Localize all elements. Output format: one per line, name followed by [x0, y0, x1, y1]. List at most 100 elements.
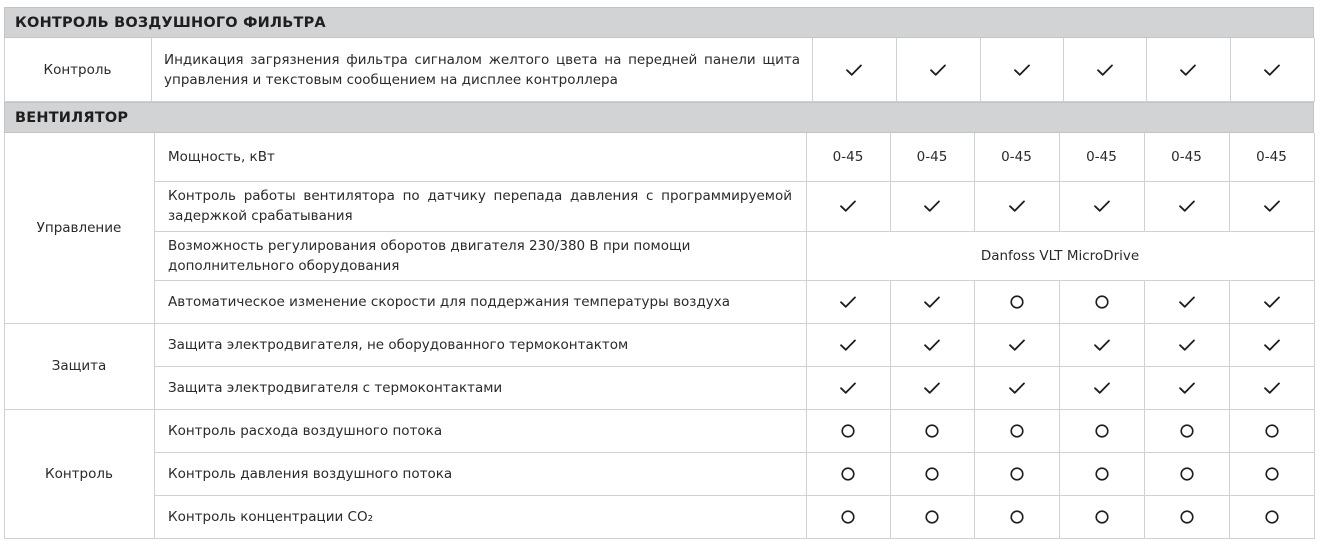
section-header-air-filter: КОНТРОЛЬ ВОЗДУШНОГО ФИЛЬТРА — [4, 7, 1314, 38]
check-icon — [1178, 296, 1195, 308]
check-icon — [1178, 339, 1195, 351]
row-desc-text: Автоматическое изменение скорости для по… — [168, 293, 731, 310]
row-desc-co2: Контроль концентрации CO₂ — [168, 495, 800, 538]
check-icon — [846, 64, 862, 76]
check-icon — [1059, 323, 1144, 366]
circle-icon — [974, 452, 1059, 495]
check-icon — [840, 296, 856, 308]
group-label-protection: Защита — [51, 358, 107, 374]
circle-icon — [1144, 409, 1229, 452]
check-icon — [980, 38, 1063, 102]
merged-value-danfoss: Danfoss VLT MicroDrive — [980, 247, 1140, 264]
circle-icon — [1179, 423, 1194, 438]
check-icon — [974, 366, 1059, 409]
check-icon — [1229, 323, 1314, 366]
check-icon — [1178, 200, 1195, 212]
check-icon — [890, 366, 974, 409]
group-label-filter-control: Контроль — [43, 62, 112, 78]
check-icon — [1264, 64, 1280, 76]
check-icon — [1180, 64, 1196, 76]
circle-icon — [1009, 466, 1024, 481]
check-icon — [974, 323, 1059, 366]
check-icon — [806, 366, 890, 409]
circle-icon — [1264, 423, 1279, 438]
row-desc-text: Контроль давления воздушного потока — [168, 465, 453, 482]
check-icon — [890, 323, 974, 366]
row-desc-air-pressure: Контроль давления воздушного потока — [168, 452, 800, 495]
circle-icon — [1179, 466, 1194, 481]
check-icon — [1059, 366, 1144, 409]
circle-icon — [1094, 294, 1109, 309]
circle-icon — [1094, 509, 1109, 524]
row-desc-filter-indication: Индикация загрязнения фильтра сигналом ж… — [164, 38, 808, 102]
group-label-management: Управление — [36, 220, 122, 236]
group-label-control: Контроль — [45, 465, 113, 482]
check-icon — [924, 339, 940, 351]
row-desc-protection-no-thermo: Защита электродвигателя, не оборудованно… — [168, 323, 800, 366]
circle-icon — [1094, 423, 1109, 438]
section-header-fan: ВЕНТИЛЯТОР — [4, 102, 1314, 133]
circle-icon — [1229, 452, 1314, 495]
check-icon — [1146, 38, 1230, 102]
circle-icon — [890, 409, 974, 452]
row-desc-text: Защита электродвигателя, не оборудованно… — [168, 336, 629, 353]
circle-icon — [1009, 294, 1024, 309]
check-icon — [924, 382, 940, 394]
check-icon — [1263, 296, 1280, 308]
circle-icon — [925, 423, 939, 438]
spec-table: КОНТРОЛЬ ВОЗДУШНОГО ФИЛЬТРА Контроль Инд… — [0, 0, 1320, 540]
check-icon — [1263, 200, 1280, 212]
circle-icon — [925, 509, 939, 524]
check-icon — [924, 200, 940, 212]
check-icon — [1263, 339, 1280, 351]
check-icon — [840, 339, 856, 351]
circle-icon — [890, 495, 974, 538]
circle-icon — [1179, 509, 1194, 524]
check-icon — [974, 181, 1059, 231]
check-icon — [806, 280, 890, 323]
row-desc-air-flow: Контроль расхода воздушного потока — [168, 409, 800, 452]
check-icon — [1230, 38, 1314, 102]
circle-icon — [974, 280, 1059, 323]
check-icon — [1229, 181, 1314, 231]
check-icon — [1093, 382, 1110, 394]
check-icon — [924, 296, 940, 308]
row-desc-auto-speed: Автоматическое изменение скорости для по… — [168, 280, 800, 323]
check-icon — [1013, 64, 1030, 76]
check-icon — [1144, 280, 1229, 323]
row-desc-speed-regulation: Возможность регулирования оборотов двига… — [168, 231, 800, 280]
check-icon — [812, 38, 896, 102]
circle-icon — [841, 423, 855, 438]
circle-icon — [841, 509, 855, 524]
check-icon — [840, 200, 856, 212]
check-icon — [1093, 200, 1110, 212]
row-desc-text: Мощность, кВт — [168, 149, 275, 165]
power-value: 0-45 — [832, 149, 864, 165]
check-icon — [1144, 181, 1229, 231]
row-desc-protection-thermo: Защита электродвигателя с термоконтактам… — [168, 366, 800, 409]
power-value: 0-45 — [1001, 149, 1032, 165]
check-icon — [1178, 382, 1195, 394]
circle-icon — [1264, 466, 1279, 481]
check-icon — [1096, 64, 1113, 76]
circle-icon — [806, 452, 890, 495]
circle-icon — [1264, 509, 1279, 524]
row-desc-text: Контроль работы вентилятора по датчику п… — [168, 188, 792, 224]
circle-icon — [1009, 509, 1024, 524]
check-icon — [1008, 339, 1025, 351]
row-desc-text: Возможность регулирования оборотов двига… — [168, 237, 691, 274]
circle-icon — [1229, 409, 1314, 452]
circle-icon — [974, 495, 1059, 538]
check-icon — [1008, 200, 1025, 212]
circle-icon — [1059, 452, 1144, 495]
row-desc-text: Контроль концентрации CO₂ — [168, 508, 373, 525]
check-icon — [1263, 382, 1280, 394]
circle-icon — [1094, 466, 1109, 481]
circle-icon — [974, 409, 1059, 452]
circle-icon — [806, 495, 890, 538]
circle-icon — [1059, 280, 1144, 323]
check-icon — [840, 382, 856, 394]
row-desc-power: Мощность, кВт — [168, 133, 800, 181]
circle-icon — [841, 466, 855, 481]
check-icon — [1059, 181, 1144, 231]
